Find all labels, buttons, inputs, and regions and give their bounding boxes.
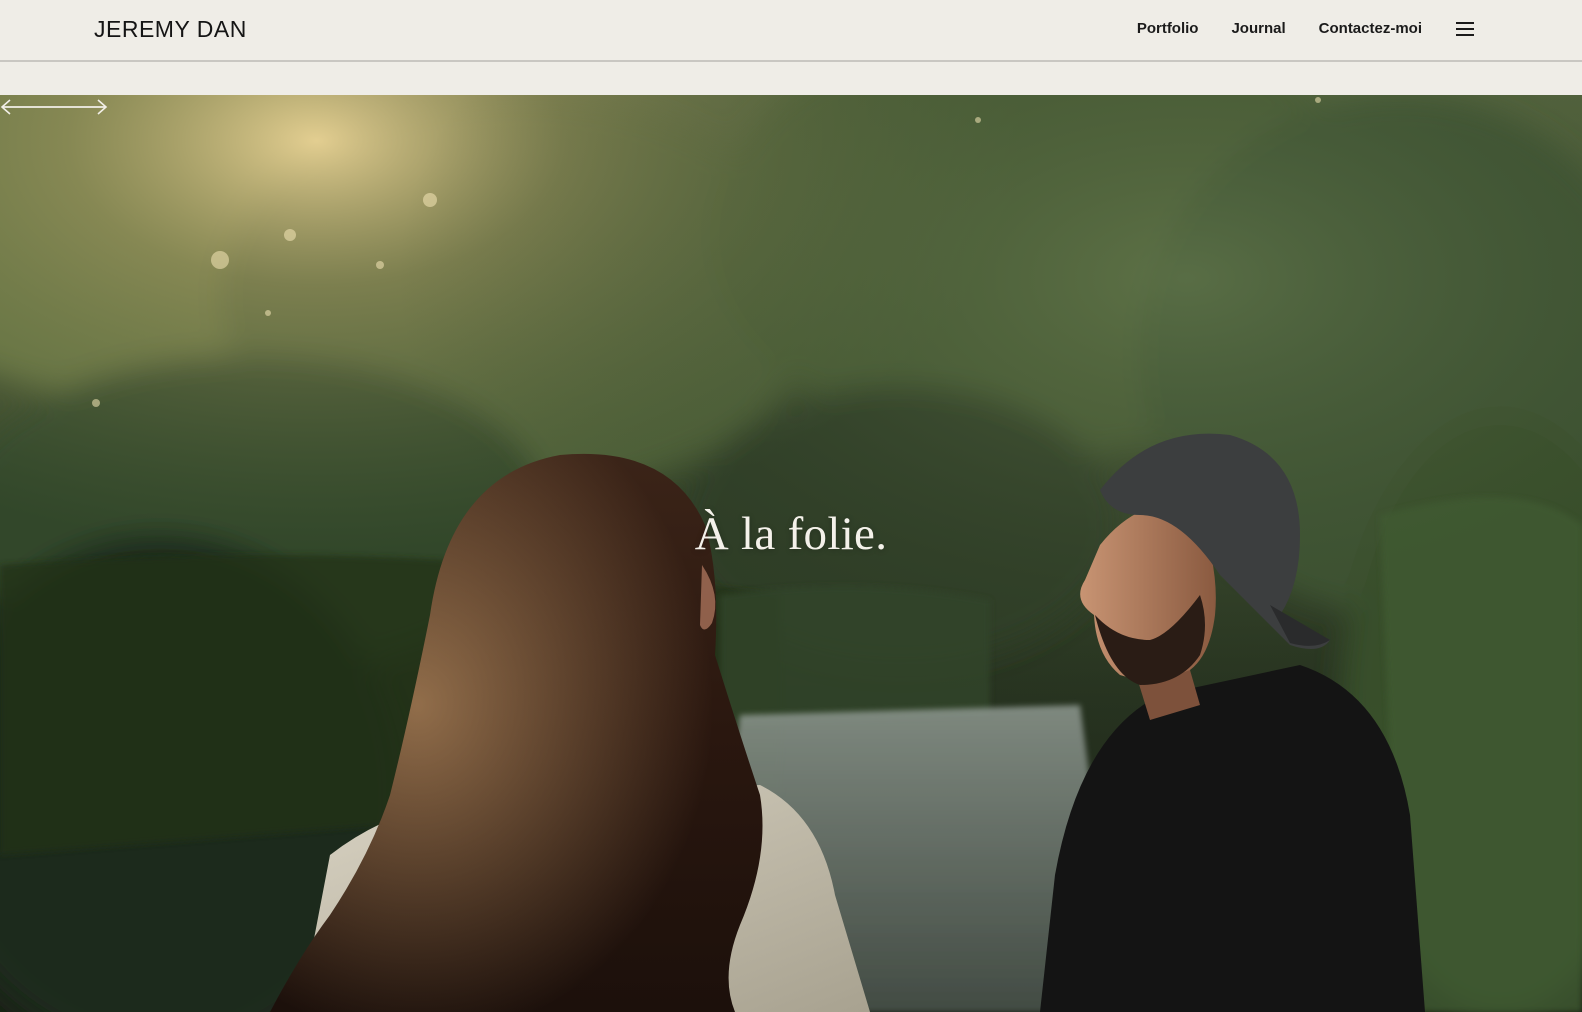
nav-journal-link[interactable]: Journal: [1231, 18, 1285, 40]
site-header: JEREMY DAN Portfolio Journal Contactez-m…: [0, 0, 1582, 62]
nav-contact-link[interactable]: Contactez-moi: [1319, 18, 1422, 40]
hero-title: À la folie.: [694, 508, 888, 560]
nav-portfolio-link[interactable]: Portfolio: [1137, 18, 1199, 40]
main-nav: Portfolio Journal Contactez-moi: [1137, 18, 1422, 40]
site-logo[interactable]: JEREMY DAN: [94, 14, 247, 44]
hamburger-menu-icon[interactable]: [1456, 20, 1476, 38]
hero-section: À la folie.: [0, 95, 1582, 1012]
arrow-right-icon[interactable]: [0, 95, 108, 119]
header-spacer: [0, 62, 1582, 95]
